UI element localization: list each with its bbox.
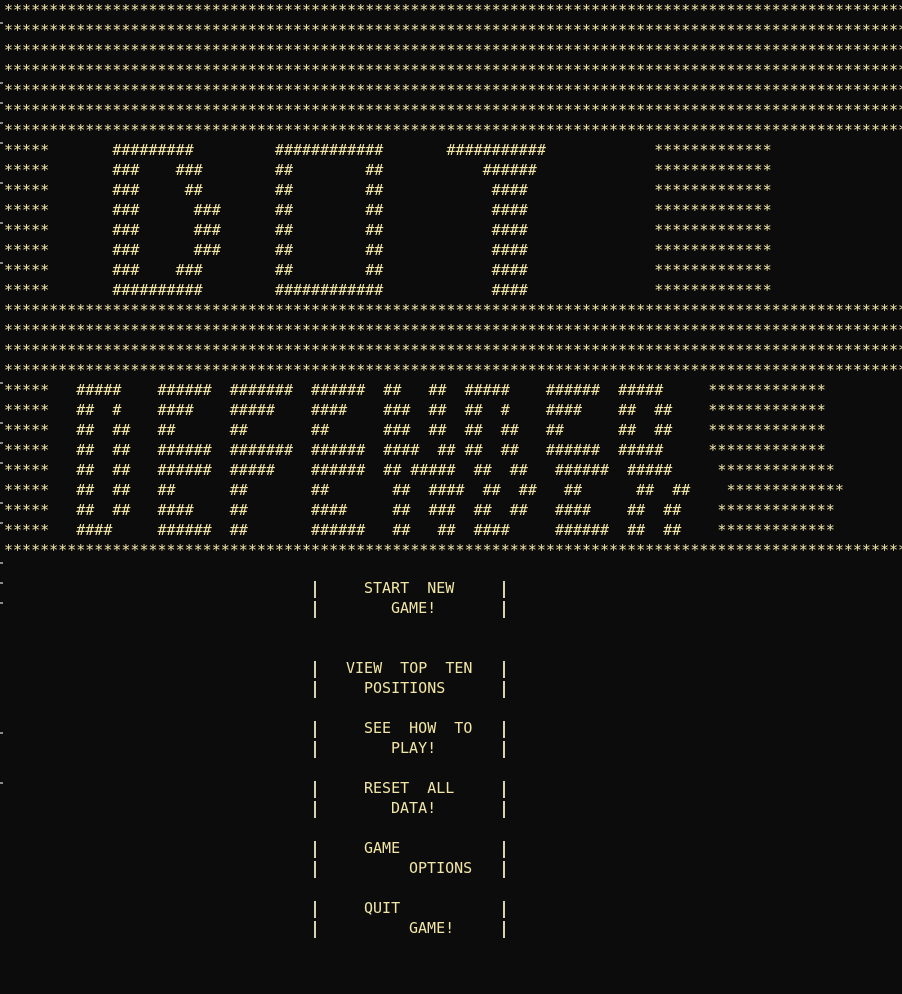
menu-border-right xyxy=(503,861,505,878)
border-row: ****************************************… xyxy=(4,81,902,99)
defender-title-row: ***** ## ## ## ## ## ## #### ## ## ## ##… xyxy=(4,481,844,499)
menu-option-line1: START NEW xyxy=(364,579,455,597)
menu-border-left xyxy=(314,601,316,618)
border-row: ****************************************… xyxy=(4,21,902,39)
view-top-ten-option[interactable]: VIEW TOP TEN POSITIONS xyxy=(310,658,510,698)
menu-option-line1: QUIT xyxy=(364,899,401,917)
menu-option-line2: GAME! xyxy=(391,599,437,617)
dot-title-row: ***** ########## ############ #### *****… xyxy=(4,281,772,299)
quit-game-option[interactable]: QUIT GAME! xyxy=(310,898,510,938)
menu-option-line2: GAME! xyxy=(409,919,455,937)
menu-border-right xyxy=(503,601,505,618)
dot-title-row: ***** ### ## ## ## #### ************* xyxy=(4,181,772,199)
edge-mark xyxy=(0,182,3,184)
border-row: ****************************************… xyxy=(4,301,902,319)
edge-mark xyxy=(0,82,3,84)
menu-option-line2: DATA! xyxy=(391,799,437,817)
edge-mark xyxy=(0,522,3,524)
edge-mark xyxy=(0,262,3,264)
border-row: ****************************************… xyxy=(4,101,902,119)
menu-border-right xyxy=(503,901,505,918)
menu-border-left xyxy=(314,581,316,598)
menu-border-right xyxy=(503,801,505,818)
dot-title-row: ***** ### ### ## ## #### ************* xyxy=(4,241,772,259)
edge-mark xyxy=(0,462,3,464)
menu-border-right xyxy=(503,581,505,598)
edge-mark xyxy=(0,582,3,584)
edge-mark xyxy=(0,142,3,144)
edge-mark xyxy=(0,782,3,784)
menu-border-right xyxy=(503,781,505,798)
menu-border-right xyxy=(503,921,505,938)
edge-mark xyxy=(0,122,3,124)
menu-border-left xyxy=(314,681,316,698)
border-row: ****************************************… xyxy=(4,341,902,359)
menu-option-line1: GAME xyxy=(364,839,401,857)
border-row: ****************************************… xyxy=(4,41,902,59)
border-row: ****************************************… xyxy=(4,361,902,379)
defender-title-row: ***** ## ## ###### ####### ###### #### #… xyxy=(4,441,826,459)
edge-mark xyxy=(0,502,3,504)
dot-title-row: ***** ### ### ## ## ###### ************* xyxy=(4,161,772,179)
edge-mark xyxy=(0,602,3,604)
defender-title-row: ***** ## ## #### ## #### ## ### ## ## ##… xyxy=(4,501,835,519)
edge-mark xyxy=(0,442,3,444)
menu-border-left xyxy=(314,861,316,878)
border-row: ****************************************… xyxy=(4,541,902,559)
how-to-play-option[interactable]: SEE HOW TO PLAY! xyxy=(310,718,510,758)
menu-border-left xyxy=(314,841,316,858)
console-window: ****************************************… xyxy=(0,0,902,994)
edge-mark xyxy=(0,562,3,564)
edge-mark xyxy=(0,22,3,24)
menu-border-left xyxy=(314,661,316,678)
title-ascii-art: ****************************************… xyxy=(4,0,902,560)
edge-mark xyxy=(0,382,3,384)
menu-option-line1: VIEW TOP TEN xyxy=(346,659,473,677)
border-row: ****************************************… xyxy=(4,121,902,139)
game-options-option[interactable]: GAME OPTIONS xyxy=(310,838,510,878)
menu-border-right xyxy=(503,681,505,698)
menu-border-left xyxy=(314,921,316,938)
menu-border-right xyxy=(503,661,505,678)
reset-all-data-option[interactable]: RESET ALL DATA! xyxy=(310,778,510,818)
defender-title-row: ***** ##### ###### ####### ###### ## ## … xyxy=(4,381,826,399)
menu-option-line2: OPTIONS xyxy=(409,859,473,877)
menu-border-left xyxy=(314,781,316,798)
defender-title-row: ***** ## ## ## ## ## ### ## ## ## ## ## … xyxy=(4,421,826,439)
defender-title-row: ***** ## # #### ##### #### ### ## ## # #… xyxy=(4,401,826,419)
menu-border-left xyxy=(314,741,316,758)
edge-mark xyxy=(0,102,3,104)
edge-mark xyxy=(0,732,3,734)
border-row: ****************************************… xyxy=(4,1,902,19)
menu-border-right xyxy=(503,741,505,758)
defender-title-row: ***** ## ## ###### ##### ###### ## #####… xyxy=(4,461,835,479)
dot-title-row: ***** ######### ############ ###########… xyxy=(4,141,772,159)
menu-border-left xyxy=(314,721,316,738)
defender-title-row: ***** #### ###### ## ###### ## ## #### #… xyxy=(4,521,835,539)
main-menu: START NEW GAME! VIEW TOP TEN POSITIONS S… xyxy=(310,578,510,958)
menu-border-left xyxy=(314,801,316,818)
menu-option-line1: RESET ALL xyxy=(364,779,455,797)
menu-border-right xyxy=(503,721,505,738)
window-edge-marks xyxy=(0,0,4,994)
menu-option-line2: POSITIONS xyxy=(364,679,446,697)
start-new-game-option[interactable]: START NEW GAME! xyxy=(310,578,510,618)
edge-mark xyxy=(0,422,3,424)
border-row: ****************************************… xyxy=(4,61,902,79)
menu-option-line1: SEE HOW TO xyxy=(364,719,473,737)
dot-title-row: ***** ### ### ## ## #### ************* xyxy=(4,261,772,279)
menu-option-line2: PLAY! xyxy=(391,739,437,757)
border-row: ****************************************… xyxy=(4,321,902,339)
dot-title-row: ***** ### ### ## ## #### ************* xyxy=(4,201,772,219)
menu-border-left xyxy=(314,901,316,918)
dot-title-row: ***** ### ### ## ## #### ************* xyxy=(4,221,772,239)
menu-border-right xyxy=(503,841,505,858)
edge-mark xyxy=(0,222,3,224)
